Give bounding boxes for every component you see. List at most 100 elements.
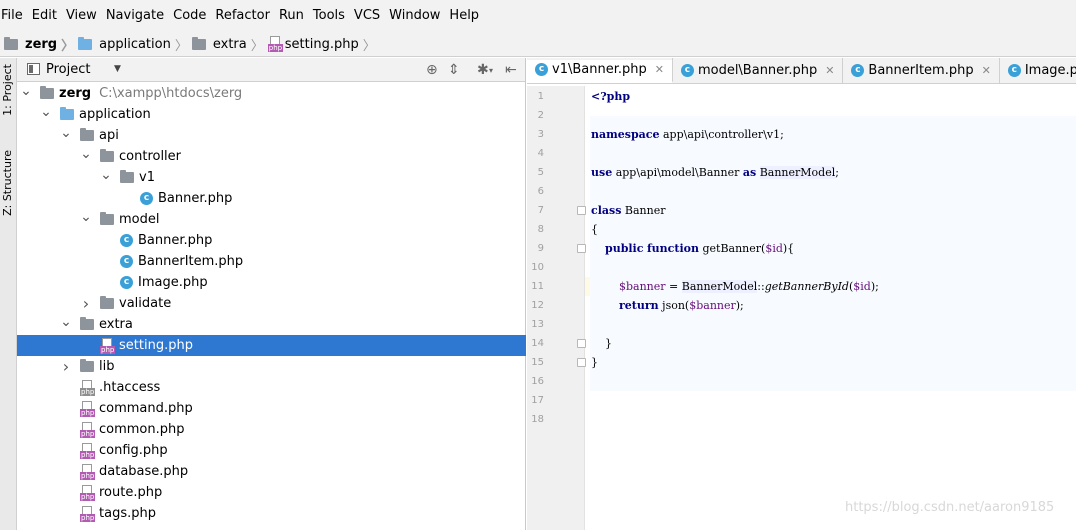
- collapse-all-icon[interactable]: ⇕: [448, 62, 460, 78]
- fold-marker-icon[interactable]: [577, 358, 586, 367]
- tool-window-strip: 1: Project Z: Structure: [0, 58, 17, 530]
- code-line: class Bannerclass Banner: [591, 204, 666, 217]
- menu-code[interactable]: Code: [169, 0, 210, 32]
- tree-file[interactable]: ›cBannerItem.php: [17, 251, 526, 272]
- tree-folder[interactable]: ⌄ extra: [17, 314, 526, 335]
- code-line: {{: [591, 223, 598, 236]
- menu-view[interactable]: View: [62, 0, 101, 32]
- fold-marker-icon[interactable]: [577, 206, 586, 215]
- tree-item-label: Image.php: [138, 275, 208, 290]
- tree-folder[interactable]: ⌄ v1: [17, 167, 526, 188]
- php-file-icon: php: [80, 400, 96, 417]
- tree-file[interactable]: ›phpcommon.php: [17, 419, 526, 440]
- tree-item-label: Banner.php: [138, 233, 213, 248]
- chevron-down-icon[interactable]: ⌄: [60, 315, 72, 329]
- menu-navigate[interactable]: Navigate: [102, 0, 168, 32]
- tree-file[interactable]: ›cBanner.php: [17, 188, 526, 209]
- menu-run[interactable]: Run: [275, 0, 308, 32]
- line-number: 11: [531, 281, 544, 292]
- menu-window[interactable]: Window: [385, 0, 444, 32]
- code-line: use app\api\model\Banner as BannerModel;…: [591, 166, 839, 179]
- breadcrumb-item[interactable]: php setting.php 〉: [267, 32, 380, 57]
- locate-file-icon[interactable]: ⊕: [426, 62, 438, 78]
- tree-folder[interactable]: › validate: [17, 293, 526, 314]
- breadcrumb-item[interactable]: extra 〉: [191, 32, 268, 57]
- gear-dropdown-icon[interactable]: ▾: [489, 66, 493, 75]
- close-icon[interactable]: ✕: [825, 64, 834, 77]
- close-icon[interactable]: ✕: [655, 63, 664, 76]
- code-line: <?php: [591, 87, 1076, 106]
- tree-item-path: C:\xampp\htdocs\zerg: [99, 86, 243, 101]
- breadcrumb-item[interactable]: application 〉: [78, 32, 192, 57]
- line-number: 5: [537, 167, 544, 178]
- tree-file[interactable]: ›phpsetting.php: [17, 335, 526, 356]
- chevron-down-icon[interactable]: ▼: [114, 64, 121, 74]
- menu-refactor[interactable]: Refactor: [211, 0, 274, 32]
- tree-folder[interactable]: ⌄ controller: [17, 146, 526, 167]
- editor-tab-label: v1\Banner.php: [552, 62, 647, 77]
- breadcrumb-label: extra: [212, 36, 247, 52]
- editor-tab[interactable]: c model\Banner.php ✕: [673, 58, 844, 83]
- project-tool-tab[interactable]: 1: Project: [0, 64, 17, 138]
- project-panel-header: Project ▼ ⊕ ⇕ ✱ ▾ ⇤: [17, 58, 525, 82]
- tree-item-label: setting.php: [119, 338, 193, 353]
- chevron-down-icon[interactable]: ⌄: [20, 84, 32, 98]
- breadcrumb-item[interactable]: zerg 〉: [4, 32, 78, 57]
- php-file-tag: php: [80, 387, 96, 396]
- tree-folder[interactable]: ⌄ model: [17, 209, 526, 230]
- tree-item-label: model: [119, 212, 160, 227]
- structure-tool-tab[interactable]: Z: Structure: [0, 150, 17, 230]
- tree-file[interactable]: ›cImage.php: [17, 272, 526, 293]
- tree-file[interactable]: ›phpconfig.php: [17, 440, 526, 461]
- folder-icon: [120, 170, 134, 183]
- tree-folder[interactable]: ⌄ zerg C:\xampp\htdocs\zerg: [17, 83, 526, 104]
- menu-tools[interactable]: Tools: [309, 0, 349, 32]
- fold-marker-icon[interactable]: [577, 339, 586, 348]
- menu-file[interactable]: File: [0, 0, 27, 32]
- chevron-down-icon[interactable]: ⌄: [60, 126, 72, 140]
- gear-icon[interactable]: ✱: [477, 62, 489, 78]
- line-number: 9: [537, 243, 544, 254]
- tree-folder[interactable]: › lib: [17, 356, 526, 377]
- menu-vcs[interactable]: VCS: [350, 0, 384, 32]
- class-icon: c: [140, 192, 153, 205]
- tree-item-label: database.php: [99, 464, 189, 479]
- code-area[interactable]: <?php namespace app\api\controller\v1;nam…: [586, 86, 1076, 530]
- chevron-down-icon[interactable]: ⌄: [80, 147, 92, 161]
- tree-file[interactable]: ›phpdatabase.php: [17, 461, 526, 482]
- editor-tab[interactable]: cImage.php✕: [1000, 58, 1076, 83]
- tree-item-label: .htaccess: [99, 380, 161, 395]
- editor-tab[interactable]: c v1\Banner.php ✕: [527, 58, 673, 83]
- line-number: 8: [537, 224, 544, 235]
- tree-file[interactable]: ›cBanner.php: [17, 230, 526, 251]
- tree-folder[interactable]: ⌄ api: [17, 125, 526, 146]
- project-view-selector[interactable]: Project: [46, 62, 90, 77]
- menu-help[interactable]: Help: [445, 0, 483, 32]
- tree-file[interactable]: ›phproute.php: [17, 482, 526, 503]
- tree-file[interactable]: ›phptags.php: [17, 503, 526, 524]
- tree-file[interactable]: ›phpcommand.php: [17, 398, 526, 419]
- hide-panel-icon[interactable]: ⇤: [505, 62, 517, 78]
- code-line: public function getBanner($id){ public f…: [605, 242, 795, 255]
- chevron-right-icon[interactable]: ›: [60, 357, 72, 376]
- close-icon[interactable]: ✕: [982, 64, 991, 77]
- line-number: 18: [531, 414, 544, 425]
- tree-item-label: extra: [99, 317, 133, 332]
- php-file-tag: php: [80, 408, 96, 417]
- chevron-down-icon[interactable]: ⌄: [80, 210, 92, 224]
- tree-file[interactable]: ›php.htaccess: [17, 377, 526, 398]
- line-number: 13: [531, 319, 544, 330]
- menu-edit[interactable]: Edit: [28, 0, 61, 32]
- tree-item-label: tags.php: [99, 506, 156, 521]
- fold-marker-icon[interactable]: [577, 244, 586, 253]
- chevron-down-icon[interactable]: ⌄: [100, 168, 112, 182]
- chevron-right-icon[interactable]: ›: [80, 294, 92, 313]
- chevron-down-icon[interactable]: ⌄: [40, 105, 52, 119]
- editor-tab[interactable]: c BannerItem.php ✕: [843, 58, 1000, 83]
- tree-folder[interactable]: ⌄ application: [17, 104, 526, 125]
- code-line: } }: [591, 337, 612, 350]
